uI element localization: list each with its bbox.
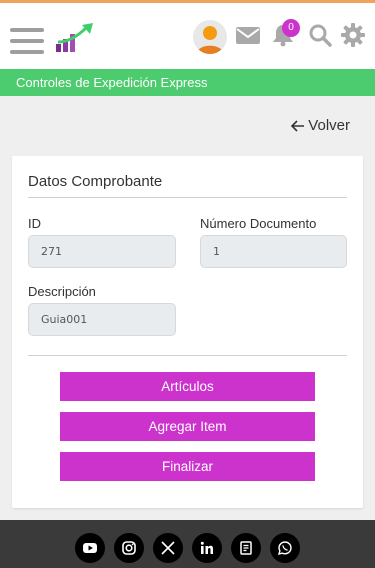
id-field[interactable]: 271 — [28, 235, 176, 268]
id-label: ID — [28, 216, 41, 231]
divider — [28, 355, 347, 356]
page-title: Controles de Expedición Express — [0, 69, 375, 96]
notification-badge: 0 — [282, 19, 300, 37]
divider — [28, 197, 347, 198]
finalizar-button[interactable]: Finalizar — [60, 452, 315, 481]
back-link[interactable]: Volver — [291, 117, 350, 134]
whatsapp-icon[interactable] — [270, 533, 300, 563]
youtube-icon[interactable] — [75, 533, 105, 563]
user-avatar[interactable] — [193, 20, 227, 54]
arrow-left-icon — [291, 119, 305, 132]
instagram-icon[interactable] — [114, 533, 144, 563]
footer — [0, 520, 375, 568]
linkedin-icon[interactable] — [192, 533, 222, 563]
search-icon[interactable] — [307, 22, 333, 48]
gear-icon[interactable] — [340, 22, 366, 48]
articulos-button[interactable]: Artículos — [60, 372, 315, 401]
top-header: 0 — [0, 0, 375, 69]
x-icon[interactable] — [153, 533, 183, 563]
numero-documento-label: Número Documento — [200, 216, 317, 231]
back-link-label: Volver — [308, 117, 350, 134]
logo[interactable] — [54, 22, 96, 54]
hamburger-menu-icon[interactable] — [10, 28, 44, 54]
descripcion-label: Descripción — [28, 284, 96, 299]
mail-icon[interactable] — [235, 22, 261, 48]
document-icon[interactable] — [231, 533, 261, 563]
descripcion-field[interactable]: Guia001 — [28, 303, 176, 336]
numero-documento-field[interactable]: 1 — [200, 235, 347, 268]
agregar-item-button[interactable]: Agregar Item — [60, 412, 315, 441]
card-title: Datos Comprobante — [28, 173, 163, 190]
voucher-card: Datos Comprobante ID 271 Número Document… — [12, 156, 363, 508]
